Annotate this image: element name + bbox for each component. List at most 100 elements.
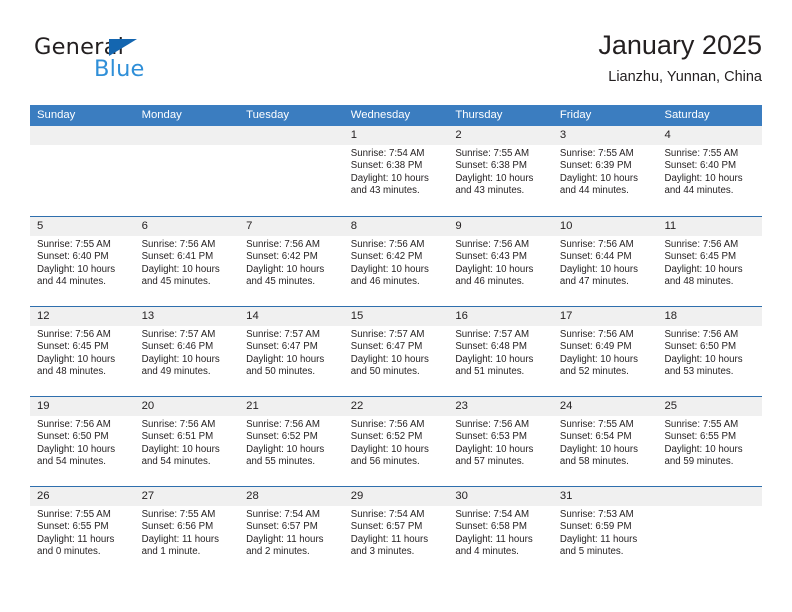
day-details: Sunrise: 7:57 AM Sunset: 6:48 PM Daylight:… (448, 326, 553, 379)
day-number-band: 15 (343, 307, 449, 326)
day-cell[interactable]: 9 Sunrise: 7:56 AM Sunset: 6:43 PM Daylight… (448, 217, 553, 306)
brand-name-blue: Blue (94, 56, 145, 82)
day-cell[interactable]: 23 Sunrise: 7:56 AM Sunset: 6:53 PM Dayligh… (448, 397, 553, 486)
sunrise-time: Sunrise: 7:56 AM (141, 239, 216, 250)
day-number: 26 (37, 490, 50, 502)
day-cell-empty (134, 126, 240, 216)
daylight-duration-line1: Daylight: 11 hours (37, 533, 115, 545)
day-cell[interactable]: 7 Sunrise: 7:56 AM Sunset: 6:42 PM Daylight… (239, 217, 344, 306)
sunrise-time: Sunrise: 7:56 AM (350, 419, 425, 430)
day-cell[interactable]: 10 Sunrise: 7:56 AM Sunset: 6:44 PM Dayligh… (552, 217, 658, 306)
day-number-band: 18 (657, 307, 763, 326)
day-number-band: 14 (239, 307, 344, 326)
sunset-time: Sunset: 6:42 PM (350, 251, 423, 263)
day-cell[interactable]: 26 Sunrise: 7:55 AM Sunset: 6:55 PM Dayligh… (30, 487, 135, 576)
day-number: 11 (664, 220, 677, 232)
day-number-band: 29 (343, 487, 449, 506)
sunset-time: Sunset: 6:58 PM (455, 521, 527, 533)
day-cell[interactable]: 16 Sunrise: 7:57 AM Sunset: 6:48 PM Dayligh… (448, 307, 553, 396)
daylight-duration-line2: and 46 minutes. (455, 276, 525, 288)
day-cell[interactable]: 15 Sunrise: 7:57 AM Sunset: 6:47 PM Dayligh… (343, 307, 449, 396)
sunset-time: Sunset: 6:57 PM (246, 521, 318, 533)
day-cell[interactable]: 25 Sunrise: 7:55 AM Sunset: 6:55 PM Dayligh… (657, 397, 763, 486)
day-cell[interactable]: 12 Sunrise: 7:56 AM Sunset: 6:45 PM Dayligh… (30, 307, 135, 396)
day-number-band: 11 (657, 217, 763, 236)
day-details: Sunrise: 7:54 AM Sunset: 6:57 PM Daylight:… (344, 506, 449, 559)
day-number-band (239, 126, 344, 145)
day-details: Sunrise: 7:55 AM Sunset: 6:40 PM Daylight:… (30, 236, 135, 289)
sunrise-time: Sunrise: 7:56 AM (37, 329, 111, 340)
day-number-band: 2 (448, 126, 553, 145)
day-cell[interactable]: 19 Sunrise: 7:56 AM Sunset: 6:50 PM Dayligh… (30, 397, 135, 486)
sunrise-time: Sunrise: 7:55 AM (559, 419, 634, 430)
calendar-page: General Blue January 2025 Lianzhu, Yunna… (0, 0, 792, 612)
sunset-time: Sunset: 6:47 PM (350, 341, 423, 353)
page-subtitle: Lianzhu, Yunnan, China (608, 69, 762, 85)
weekday-header-friday: Friday (559, 109, 592, 121)
sunrise-time: Sunrise: 7:56 AM (455, 419, 530, 430)
day-cell[interactable]: 3 Sunrise: 7:55 AM Sunset: 6:39 PM Daylight… (552, 126, 658, 216)
daylight-duration-line1: Daylight: 10 hours (37, 443, 116, 455)
day-cell[interactable]: 8 Sunrise: 7:56 AM Sunset: 6:42 PM Daylight… (343, 217, 449, 306)
daylight-duration-line1: Daylight: 10 hours (664, 263, 743, 275)
day-details: Sunrise: 7:54 AM Sunset: 6:58 PM Daylight:… (448, 506, 553, 559)
sunrise-time: Sunrise: 7:56 AM (455, 239, 530, 250)
day-details: Sunrise: 7:56 AM Sunset: 6:50 PM Daylight:… (657, 326, 762, 379)
sunset-time: Sunset: 6:45 PM (664, 251, 737, 263)
sunrise-time: Sunrise: 7:56 AM (141, 419, 216, 430)
day-cell[interactable]: 22 Sunrise: 7:56 AM Sunset: 6:52 PM Dayligh… (343, 397, 449, 486)
sunset-time: Sunset: 6:55 PM (664, 431, 737, 443)
sunset-time: Sunset: 6:52 PM (350, 431, 423, 443)
day-number-band: 7 (239, 217, 344, 236)
day-cell[interactable]: 4 Sunrise: 7:55 AM Sunset: 6:40 PM Daylight… (657, 126, 763, 216)
sunset-time: Sunset: 6:40 PM (664, 160, 737, 172)
sunset-time: Sunset: 6:53 PM (455, 431, 527, 443)
calendar-week-row: 12 Sunrise: 7:56 AM Sunset: 6:45 PM Dayligh… (30, 306, 763, 396)
day-cell[interactable]: 13 Sunrise: 7:57 AM Sunset: 6:46 PM Dayligh… (134, 307, 240, 396)
sunrise-time: Sunrise: 7:57 AM (141, 329, 216, 340)
weekday-header-sunday: Sunday (37, 109, 76, 121)
day-cell[interactable]: 30 Sunrise: 7:54 AM Sunset: 6:58 PM Dayligh… (448, 487, 553, 576)
day-number-band: 10 (552, 217, 658, 236)
day-number-band: 12 (30, 307, 135, 326)
sunset-time: Sunset: 6:44 PM (559, 251, 632, 263)
sunrise-time: Sunrise: 7:55 AM (141, 509, 216, 520)
sunset-time: Sunset: 6:50 PM (664, 341, 737, 353)
day-number-band: 26 (30, 487, 135, 506)
day-number-band: 30 (448, 487, 553, 506)
day-cell[interactable]: 31 Sunrise: 7:53 AM Sunset: 6:59 PM Dayligh… (552, 487, 658, 576)
day-number: 24 (559, 400, 573, 412)
day-number: 1 (350, 129, 358, 141)
brand-logo[interactable]: General Blue (34, 34, 244, 96)
day-cell[interactable]: 28 Sunrise: 7:54 AM Sunset: 6:57 PM Dayligh… (239, 487, 344, 576)
day-cell[interactable]: 14 Sunrise: 7:57 AM Sunset: 6:47 PM Dayligh… (239, 307, 344, 396)
day-cell[interactable]: 21 Sunrise: 7:56 AM Sunset: 6:52 PM Dayligh… (239, 397, 344, 486)
day-cell[interactable]: 27 Sunrise: 7:55 AM Sunset: 6:56 PM Dayligh… (134, 487, 240, 576)
day-cell[interactable]: 24 Sunrise: 7:55 AM Sunset: 6:54 PM Dayligh… (552, 397, 658, 486)
sunrise-time: Sunrise: 7:56 AM (559, 329, 634, 340)
day-number-band: 22 (343, 397, 449, 416)
daylight-duration-line1: Daylight: 10 hours (141, 263, 220, 275)
day-details: Sunrise: 7:56 AM Sunset: 6:45 PM Daylight:… (657, 236, 762, 289)
page-header: General Blue January 2025 Lianzhu, Yunna… (30, 28, 762, 100)
day-details: Sunrise: 7:55 AM Sunset: 6:55 PM Daylight:… (657, 416, 762, 469)
day-cell[interactable]: 1 Sunrise: 7:54 AM Sunset: 6:38 PM Daylight… (343, 126, 449, 216)
day-cell[interactable]: 18 Sunrise: 7:56 AM Sunset: 6:50 PM Dayligh… (657, 307, 763, 396)
day-number: 22 (350, 400, 364, 412)
page-title: January 2025 (598, 30, 762, 60)
day-cell[interactable]: 11 Sunrise: 7:56 AM Sunset: 6:45 PM Dayligh… (657, 217, 763, 306)
day-details: Sunrise: 7:54 AM Sunset: 6:38 PM Daylight:… (344, 145, 449, 198)
day-cell[interactable]: 2 Sunrise: 7:55 AM Sunset: 6:38 PM Daylight… (448, 126, 553, 216)
day-cell[interactable]: 5 Sunrise: 7:55 AM Sunset: 6:40 PM Daylight… (30, 217, 135, 306)
day-cell[interactable]: 6 Sunrise: 7:56 AM Sunset: 6:41 PM Daylight… (134, 217, 240, 306)
daylight-duration-line2: and 5 minutes. (559, 546, 624, 558)
day-cell[interactable]: 17 Sunrise: 7:56 AM Sunset: 6:49 PM Dayligh… (552, 307, 658, 396)
day-number: 17 (559, 310, 573, 322)
daylight-duration-line1: Daylight: 10 hours (664, 443, 743, 455)
weekday-header-monday: Monday (141, 109, 182, 121)
day-cell[interactable]: 29 Sunrise: 7:54 AM Sunset: 6:57 PM Dayligh… (343, 487, 449, 576)
daylight-duration-line1: Daylight: 10 hours (455, 353, 534, 365)
sunrise-time: Sunrise: 7:57 AM (350, 329, 425, 340)
day-cell[interactable]: 20 Sunrise: 7:56 AM Sunset: 6:51 PM Dayligh… (134, 397, 240, 486)
daylight-duration-line1: Daylight: 10 hours (246, 353, 325, 365)
